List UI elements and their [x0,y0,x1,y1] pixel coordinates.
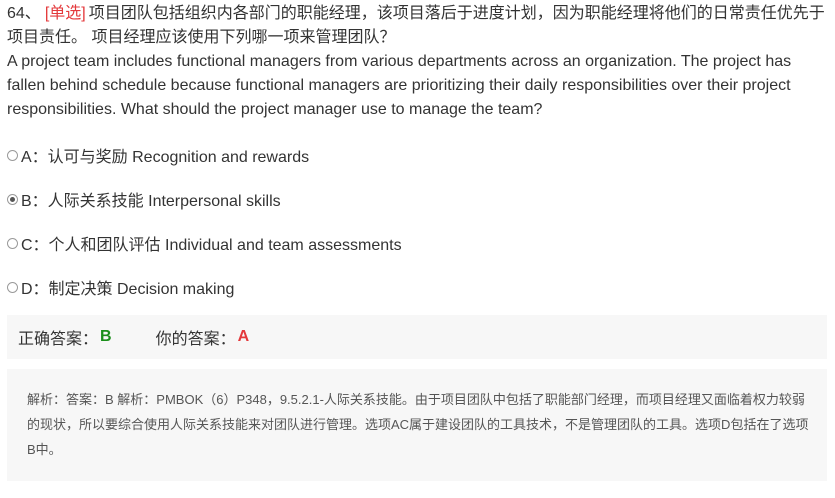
correct-answer-label: 正确答案： [18,331,99,348]
question-container: 64、 [单选] 项目团队包括组织内各部门的职能经理，该项目落后于进度计划，因为职能… [0,0,835,481]
radio-icon[interactable] [7,281,18,293]
option-label: A：认可与奖励 Recognition and rewards [21,149,310,166]
question-text-cn: 项目团队包括组织内各部门的职能经理，该项目落后于进度计划，因为职能经理将他们的日… [7,5,825,46]
radio-checked-icon[interactable] [7,193,18,205]
option-label: D：制定决策 Decision making [21,281,235,298]
analysis-text: 解析：答案：B 解析：PMBOK（6）P348，9.5.2.1-人际关系技能。由… [27,392,809,457]
option-label: B：人际关系技能 Interpersonal skills [21,193,281,210]
your-answer-value: A [237,328,250,345]
option-label: C：个人和团队评估 Individual and team assessment… [21,237,402,254]
analysis-panel: 解析：答案：B 解析：PMBOK（6）P348，9.5.2.1-人际关系技能。由… [7,369,827,481]
options-list: A：认可与奖励 Recognition and rewards B：人际关系技能… [7,144,827,298]
your-answer: 你的答案： A [156,325,250,349]
your-answer-label: 你的答案： [155,331,236,348]
correct-answer: 正确答案： B [18,325,112,349]
question-text-en: A project team includes functional manag… [7,53,792,118]
option-d[interactable]: D：制定决策 Decision making [7,276,827,298]
option-b[interactable]: B：人际关系技能 Interpersonal skills [7,188,827,210]
option-c[interactable]: C：个人和团队评估 Individual and team assessment… [7,232,827,254]
question-type-tag: [单选] [44,5,86,22]
question-text: 64、 [单选] 项目团队包括组织内各部门的职能经理，该项目落后于进度计划，因为职能… [7,2,827,122]
answer-bar: 正确答案： B 你的答案： A [7,315,827,359]
radio-icon[interactable] [7,237,18,249]
question-number: 64、 [7,5,41,22]
correct-answer-value: B [100,328,112,345]
option-a[interactable]: A：认可与奖励 Recognition and rewards [7,144,827,166]
radio-icon[interactable] [7,149,18,161]
